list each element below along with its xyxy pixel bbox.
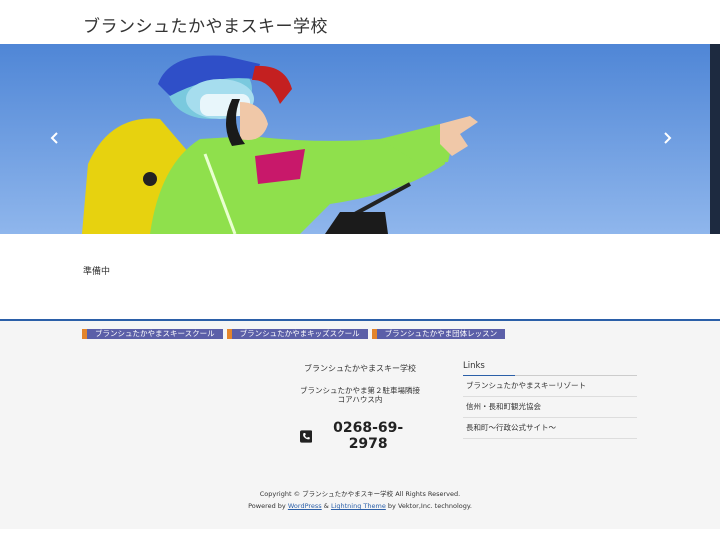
powered-suffix: by Vektor,Inc. technology. xyxy=(387,502,472,510)
carousel-prev-button[interactable] xyxy=(47,130,63,146)
copyright: Copyright © ブランシュたかやまスキー学校 All Rights Re… xyxy=(259,490,461,498)
footer-nav-label: ブランシュたかやまスキースクール xyxy=(87,329,223,339)
footer-nav-label: ブランシュたかやま団体レッスン xyxy=(376,329,506,339)
chevron-left-icon xyxy=(50,132,58,144)
lightning-theme-link[interactable]: Lightning Theme xyxy=(331,502,386,510)
hero-slider[interactable] xyxy=(0,44,720,234)
site-header: ブランシュたかやまスキー学校 xyxy=(0,0,720,44)
powered-amp: & xyxy=(323,502,329,510)
contact-name: ブランシュたかやまスキー学校 xyxy=(304,364,416,373)
links-widget: Links ブランシュたかやまスキーリゾート 信州・長和町観光協会 長和町〜行政… xyxy=(463,361,637,439)
main-content: 準備中 xyxy=(83,264,110,277)
wordpress-link[interactable]: WordPress xyxy=(288,502,322,510)
phone-number: 0268-69-2978 xyxy=(333,420,404,452)
chevron-right-icon xyxy=(664,132,672,144)
footer-nav-item-kids-school[interactable]: ブランシュたかやまキッズスクール xyxy=(226,329,368,339)
footer-nav-item-ski-school[interactable]: ブランシュたかやまスキースクール xyxy=(82,329,223,339)
phone-icon xyxy=(300,429,313,443)
powered-by: Powered by WordPress & Lightning Theme b… xyxy=(0,502,720,510)
link-ski-resort[interactable]: ブランシュたかやまスキーリゾート xyxy=(463,376,637,397)
link-tourism-association[interactable]: 信州・長和町観光協会 xyxy=(463,397,637,418)
links-title-rule xyxy=(463,375,637,376)
footer: ブランシュたかやまスキースクール ブランシュたかやまキッズスクール ブランシュた… xyxy=(0,319,720,529)
address-line-2: コアハウス内 xyxy=(337,395,383,404)
carousel-next-button[interactable] xyxy=(659,130,675,146)
address-line-1: ブランシュたかやま第２駐車場隣接 xyxy=(300,386,420,395)
link-town-official-site[interactable]: 長和町〜行政公式サイト〜 xyxy=(463,418,637,439)
contact-address: ブランシュたかやま第２駐車場隣接 コアハウス内 xyxy=(300,386,420,404)
content-text: 準備中 xyxy=(83,267,111,277)
contact-info: ブランシュたかやまスキー学校 ブランシュたかやま第２駐車場隣接 コアハウス内 0… xyxy=(300,363,420,452)
site-title[interactable]: ブランシュたかやまスキー学校 xyxy=(83,12,328,37)
contact-phone[interactable]: 0268-69-2978 xyxy=(300,420,420,452)
hero-image xyxy=(0,44,720,234)
footer-nav: ブランシュたかやまスキースクール ブランシュたかやまキッズスクール ブランシュた… xyxy=(82,329,509,339)
footer-nav-label: ブランシュたかやまキッズスクール xyxy=(231,329,368,339)
links-title-accent xyxy=(463,375,515,376)
footer-nav-item-group-lesson[interactable]: ブランシュたかやま団体レッスン xyxy=(371,329,506,339)
powered-prefix: Powered by xyxy=(248,502,286,510)
links-title: Links xyxy=(463,361,485,371)
